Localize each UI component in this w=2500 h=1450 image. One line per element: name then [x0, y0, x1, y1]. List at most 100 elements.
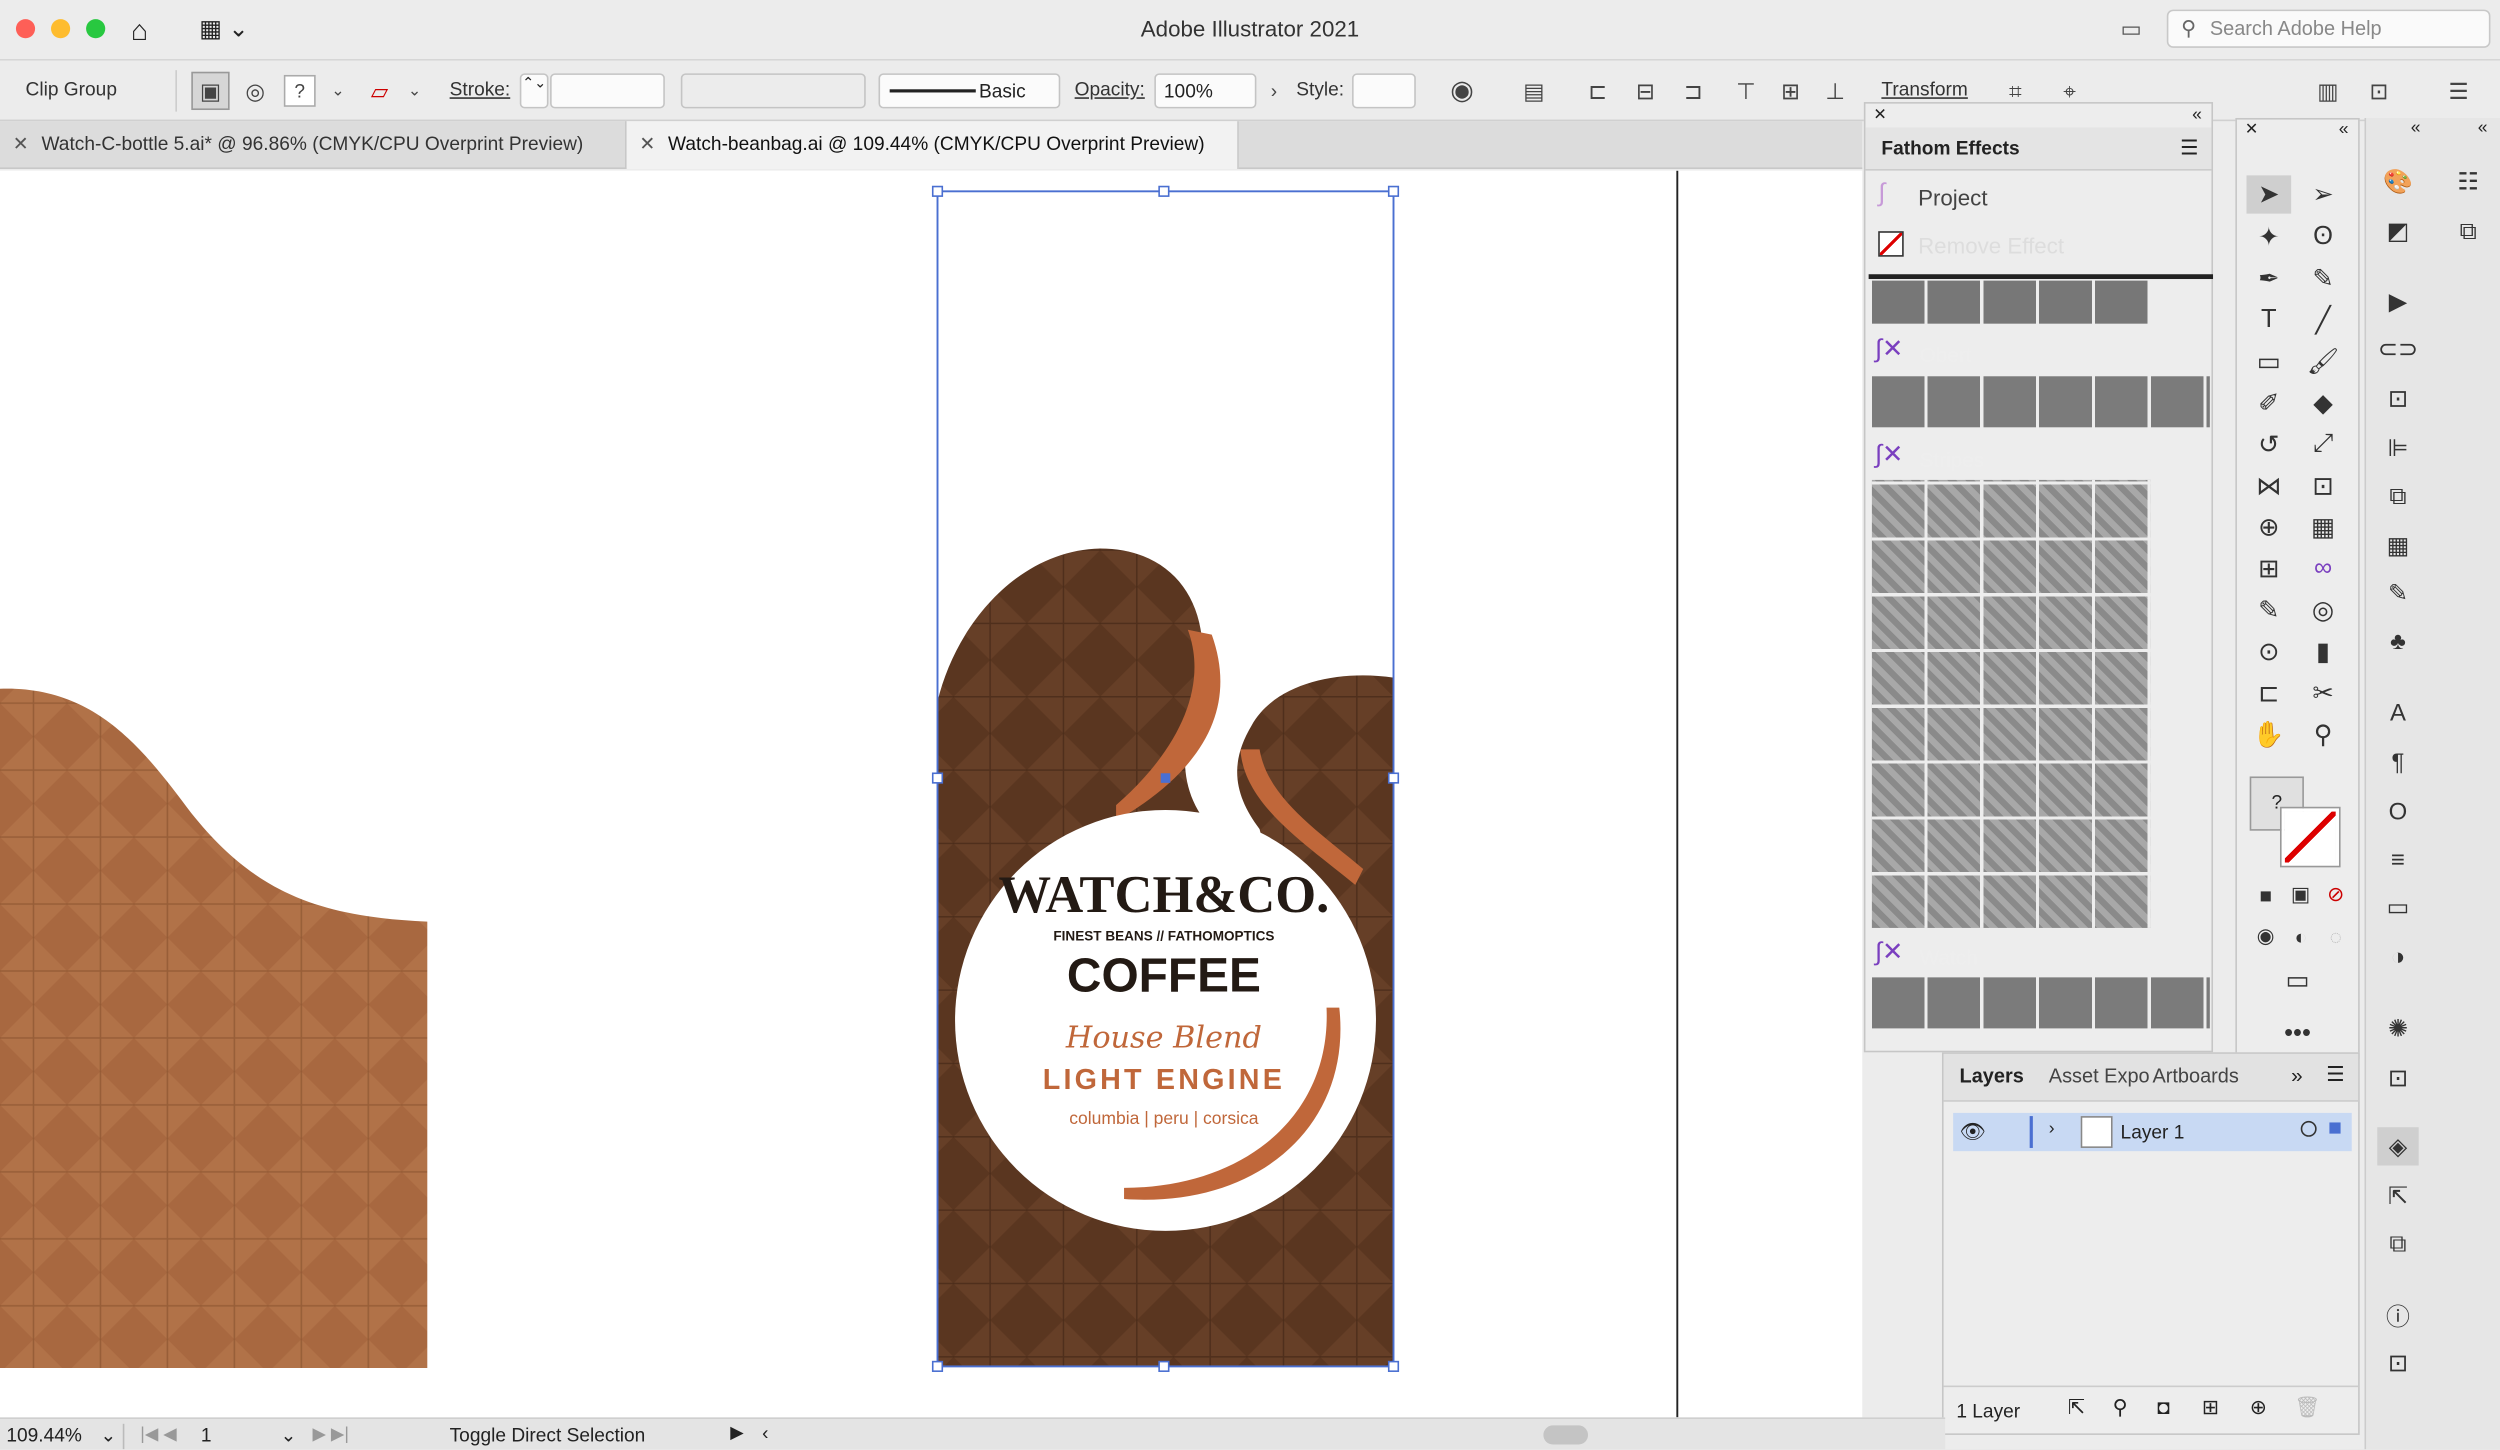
zoom-field[interactable]: 109.44% ⌄ [6, 1423, 125, 1450]
scale-tool-icon[interactable]: ⤢ [2301, 426, 2346, 464]
collapse-dock-icon[interactable]: « [2411, 118, 2421, 137]
collapse-panel-icon[interactable]: « [2192, 105, 2202, 124]
eraser-tool-icon[interactable]: ◆ [2301, 384, 2346, 422]
remove-effect-row[interactable]: Remove Effect [1872, 226, 2207, 264]
tab-watch-c-bottle[interactable]: ✕ Watch-C-bottle 5.ai* @ 96.86% (CMYK/CP… [0, 121, 627, 170]
scroll-left-icon[interactable]: ‹ [762, 1422, 768, 1444]
artboard-nav-prev-icons[interactable]: |◀ ◀ [140, 1424, 176, 1444]
tab-watch-beanbag[interactable]: ✕ Watch-beanbag.ai @ 109.44% (CMYK/CPU O… [626, 121, 1239, 170]
visibility-eye-icon[interactable]: 👁 [1960, 1119, 1986, 1145]
close-panel-icon[interactable]: ✕ [2245, 121, 2258, 139]
eyedropper-icon[interactable]: ✎ [2247, 592, 2292, 630]
stroke-color-icon[interactable] [2279, 806, 2341, 868]
search-input[interactable]: ⚲ Search Adobe Help [2166, 9, 2491, 48]
edit-toolbar-icon[interactable]: ••• [2275, 1016, 2320, 1054]
artboards-icon[interactable]: ⊡ [2377, 379, 2418, 417]
close-tab-icon[interactable]: ✕ [13, 132, 29, 154]
layer-row[interactable]: 👁 › Layer 1 [1953, 1112, 2352, 1152]
info-icon[interactable]: ⓘ [2377, 1296, 2418, 1334]
stroke-weight-field[interactable] [550, 73, 665, 109]
graphic-styles-icon[interactable]: ⊡ [2377, 1059, 2418, 1097]
horizontal-scrollbar-thumb[interactable] [1543, 1425, 1589, 1445]
graphic-style-field[interactable] [1352, 73, 1416, 109]
blend-tool-icon[interactable]: ◎ [2301, 592, 2346, 630]
target-icon[interactable] [2300, 1120, 2317, 1137]
shaper-tool-icon[interactable]: ✐ [2247, 384, 2292, 422]
links-icon[interactable]: ⊂⊃ [2377, 330, 2418, 368]
paragraph-icon[interactable]: ¶ [2377, 743, 2418, 781]
layer-name[interactable]: Layer 1 [2121, 1121, 2185, 1143]
fathom-plugin-icon[interactable]: ∞ [2301, 550, 2346, 588]
align-middle-icon[interactable]: ⊞ [1771, 72, 1809, 110]
navigator-icon[interactable]: ⊡ [2377, 1344, 2418, 1382]
opacity-label[interactable]: Opacity: [1075, 78, 1145, 100]
artboards-panel-icon[interactable]: ⧉ [2377, 1224, 2418, 1262]
transform-link[interactable]: Transform [1881, 78, 1967, 100]
direct-selection-tool-icon[interactable]: ➢ [2301, 175, 2346, 213]
recolor-artwork-icon[interactable]: ◉ [1443, 72, 1481, 110]
fill-swatch-icon[interactable]: ? [283, 74, 316, 107]
swatch-row[interactable] [1871, 977, 2210, 1029]
align-to-icon[interactable]: ▤ [1515, 72, 1553, 110]
line-tool-icon[interactable]: ╱ [2301, 301, 2346, 339]
artboard-nav-next-icons[interactable]: ▶ ▶| [313, 1424, 349, 1444]
artboard-tool-icon[interactable]: ⊏ [2247, 674, 2292, 712]
artboard-number-field[interactable]: 1 ⌄ [201, 1424, 297, 1450]
close-tab-icon[interactable]: ✕ [639, 132, 655, 154]
brush-definition-field[interactable]: Basic [878, 73, 1061, 109]
screen-mode-icon[interactable]: ▭ [2275, 961, 2320, 999]
panel-menu-icon[interactable]: ☰ [2180, 136, 2199, 162]
rectangle-tool-icon[interactable]: ▭ [2247, 343, 2292, 381]
chevron-down-icon[interactable]: ⌄ [319, 72, 357, 110]
slice-tool-icon[interactable]: ✂ [2301, 674, 2346, 712]
pen-tool-icon[interactable]: ✒ [2247, 260, 2292, 298]
align-bottom-icon[interactable]: ⊥ [1816, 72, 1854, 110]
properties-icon[interactable]: ⊡ [2360, 72, 2398, 110]
export-icon[interactable]: ⇱ [2068, 1395, 2085, 1421]
swatches-icon[interactable]: ▦ [2377, 526, 2418, 564]
actions-icon[interactable]: ▶ [2377, 282, 2418, 320]
tab-asset-export[interactable]: Asset Expo [2049, 1065, 2150, 1087]
brushes-icon[interactable]: ✎ [2377, 574, 2418, 612]
libraries-icon[interactable]: ⧉ [2447, 212, 2488, 250]
free-transform-icon[interactable]: ⊡ [2301, 467, 2346, 505]
selection-tool-icon[interactable]: ➤ [2246, 175, 2292, 214]
artboard-canvas[interactable]: WATCH&CO. FINEST BEANS // FATHOMOPTICS C… [0, 170, 1863, 1418]
appearance-icon[interactable]: ✺ [2377, 1009, 2418, 1047]
lasso-tool-icon[interactable]: ʘ [2301, 218, 2346, 256]
perspective-grid-icon[interactable]: ▦ [2301, 509, 2346, 547]
none-mode-icon[interactable]: ⊘ [2313, 875, 2358, 913]
locate-object-icon[interactable]: ⚲ [2113, 1395, 2128, 1421]
stripes-swatch-grid[interactable] [1871, 479, 2151, 928]
stroke-panel-icon[interactable]: ≡ [2377, 840, 2418, 878]
edit-contents-icon[interactable]: ◎ [236, 72, 274, 110]
align-right-icon[interactable]: ⊐ [1674, 72, 1712, 110]
status-menu-arrow-icon[interactable]: ▶ [730, 1422, 744, 1443]
export-panel-icon[interactable]: ⇱ [2377, 1177, 2418, 1215]
transparency-icon[interactable]: ◑ [2377, 938, 2418, 976]
control-menu-icon[interactable]: ☰ [2439, 72, 2477, 110]
paintbrush-tool-icon[interactable]: 🖌 [2301, 343, 2346, 381]
zoom-tool-icon[interactable]: ⚲ [2301, 716, 2346, 754]
opentype-icon[interactable]: O [2377, 792, 2418, 830]
new-sublayer-icon[interactable]: ⊞ [2202, 1395, 2219, 1421]
swatch-row[interactable] [1871, 280, 2151, 324]
expand-layer-icon[interactable]: › [2049, 1119, 2055, 1138]
color-guide-icon[interactable]: 🎨 [2377, 163, 2418, 201]
selection-indicator-icon[interactable] [2329, 1122, 2341, 1134]
align-center-icon[interactable]: ⊟ [1626, 72, 1664, 110]
shape-builder-icon[interactable]: ⊕ [2247, 509, 2292, 547]
gradient-icon[interactable]: ▭ [2377, 888, 2418, 926]
swatch-row[interactable] [1871, 376, 2210, 428]
align-panel-icon[interactable]: ⊫ [2377, 429, 2418, 467]
hand-tool-icon[interactable]: ✋ [2247, 716, 2292, 754]
stroke-stepper[interactable]: ⌃⌄ [519, 73, 549, 109]
align-left-icon[interactable]: ⊏ [1578, 72, 1616, 110]
edit-clipping-path-icon[interactable]: ▣ [191, 71, 230, 111]
character-icon[interactable]: A [2377, 694, 2418, 732]
project-row[interactable]: ∫ Project [1872, 179, 2207, 217]
rotate-tool-icon[interactable]: ↺ [2247, 426, 2292, 464]
align-top-icon[interactable]: ⊤ [1727, 72, 1765, 110]
new-layer-icon[interactable]: ⊕ [2250, 1395, 2267, 1421]
tab-layers[interactable]: Layers [1960, 1065, 2024, 1087]
